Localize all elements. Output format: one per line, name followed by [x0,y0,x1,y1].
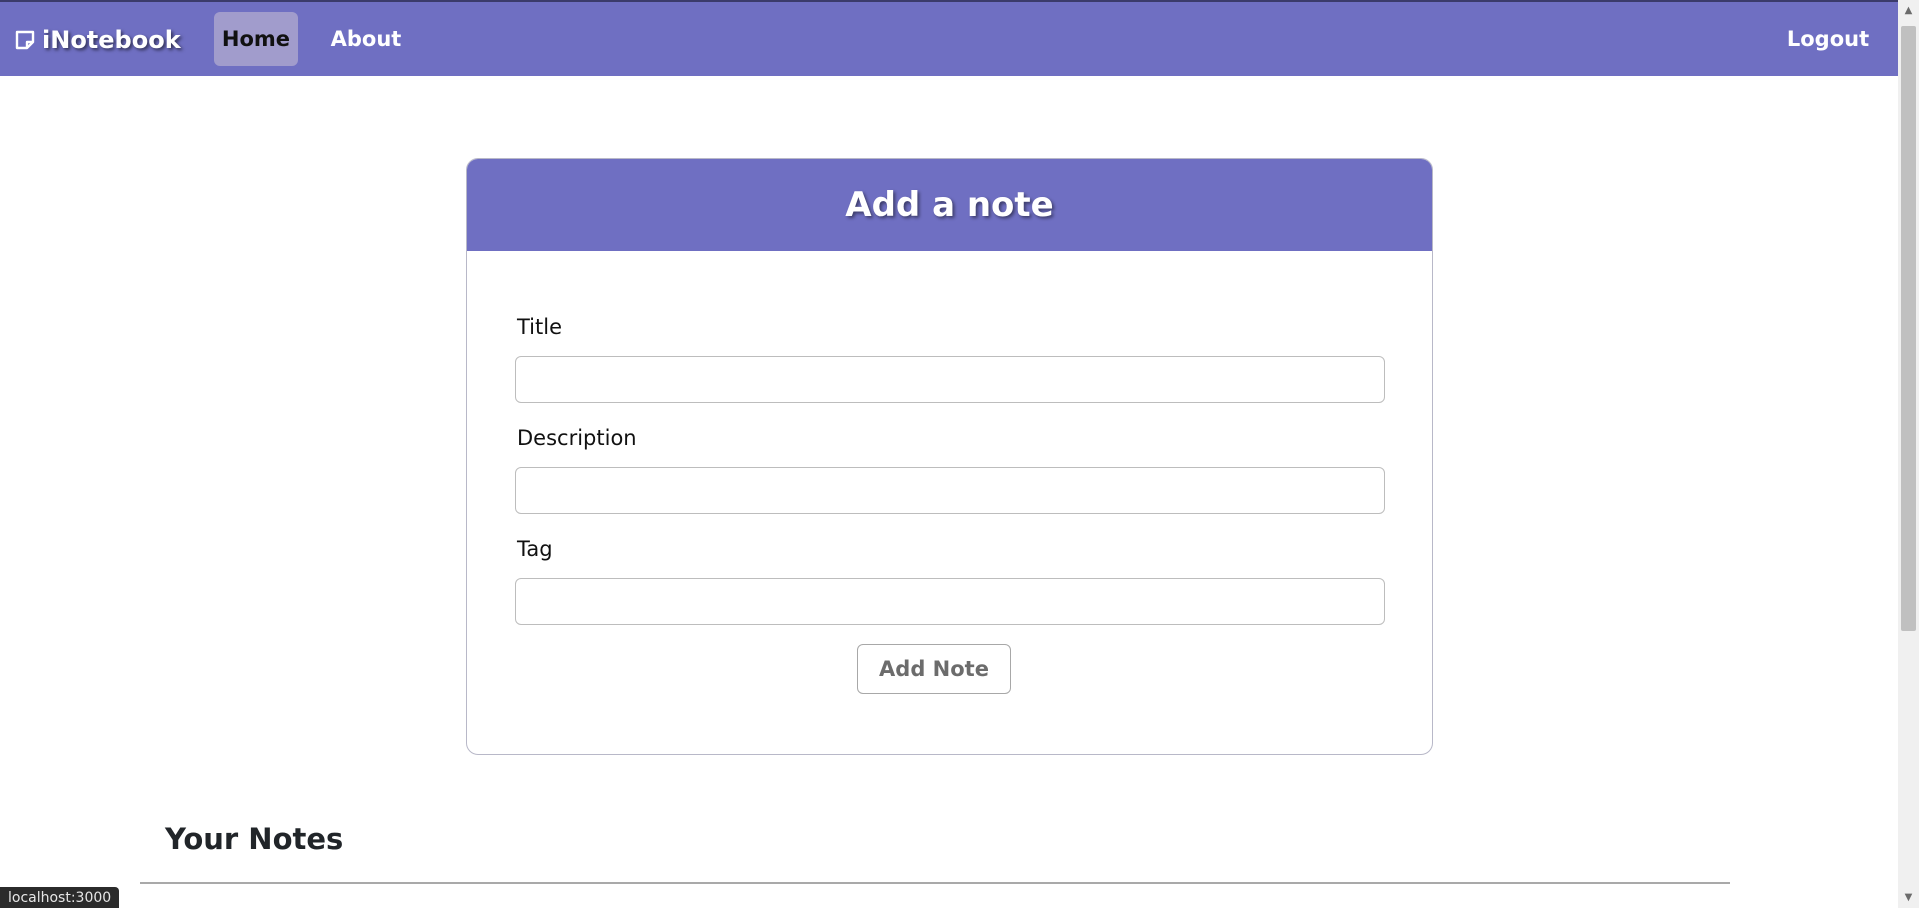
note-icon [15,30,35,50]
scrollbar-thumb[interactable] [1901,26,1916,631]
scroll-up-arrow-icon[interactable]: ▲ [1898,0,1919,21]
add-note-button[interactable]: Add Note [857,644,1011,694]
navbar: iNotebook Home About Logout [0,2,1898,76]
tag-label: Tag [517,537,553,561]
description-input[interactable] [515,467,1385,514]
your-notes-heading: Your Notes [165,822,344,856]
vertical-scrollbar[interactable]: ▲ ▼ [1898,0,1919,908]
tag-input[interactable] [515,578,1385,625]
logout-button[interactable]: Logout [1780,12,1876,66]
scroll-down-arrow-icon[interactable]: ▼ [1898,887,1919,908]
add-note-card: Add a note Title Description Tag Add Not… [466,158,1433,755]
brand-link[interactable]: iNotebook [14,24,181,56]
description-label: Description [517,426,637,450]
notes-divider [140,882,1730,884]
nav-about-link[interactable]: About [322,12,410,66]
add-note-heading: Add a note [467,159,1432,251]
title-label: Title [517,315,563,339]
brand-name: iNotebook [42,26,181,54]
title-input[interactable] [515,356,1385,403]
nav-home-link[interactable]: Home [214,12,298,66]
status-bar-url: localhost:3000 [0,887,120,908]
